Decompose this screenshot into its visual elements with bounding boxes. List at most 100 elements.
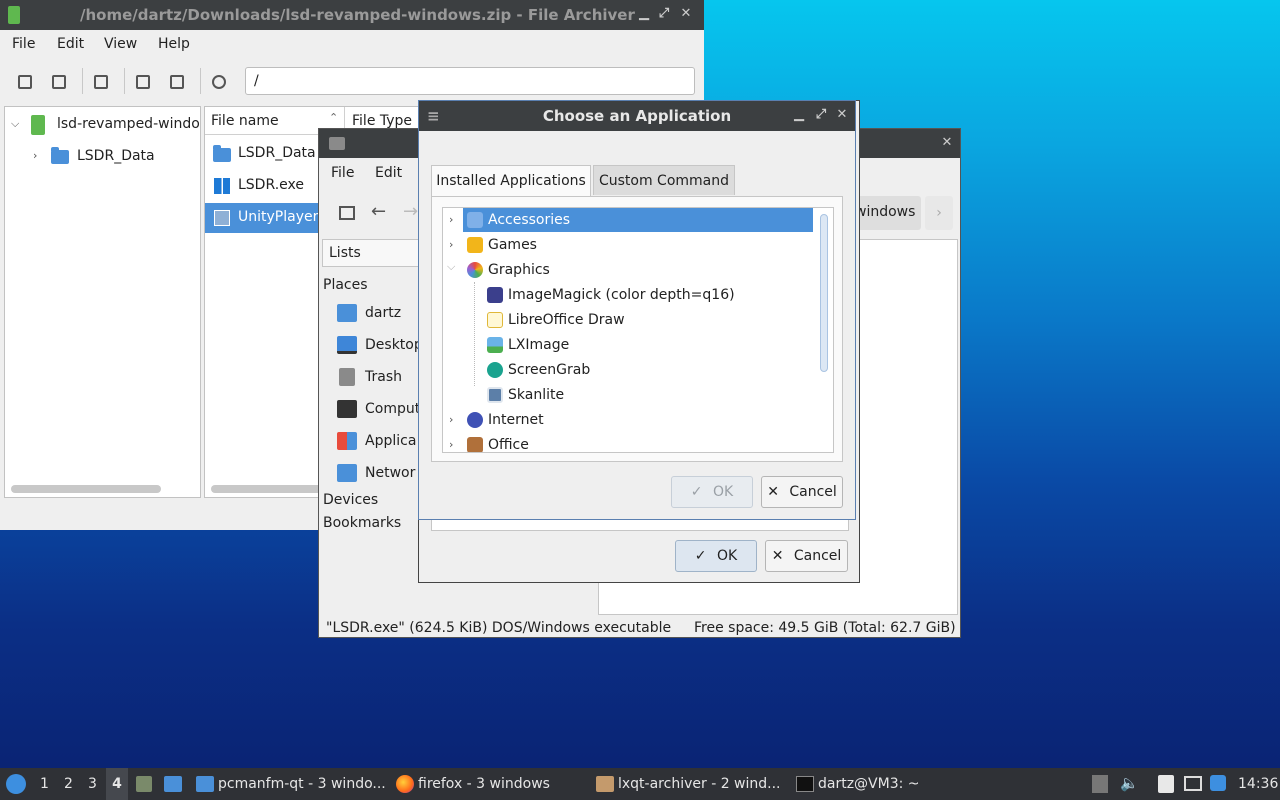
path-next-button[interactable]: ›: [925, 196, 953, 230]
archiver-titlebar[interactable]: /home/dartz/Downloads/lsd-revamped-windo…: [0, 0, 704, 30]
tree-app-skanlite[interactable]: Skanlite: [443, 383, 833, 407]
archive-path-value: /: [254, 73, 259, 89]
task-lxqt-archiver[interactable]: lxqt-archiver - 2 wind...: [592, 768, 788, 800]
maximize-icon[interactable]: ⤢: [813, 107, 829, 123]
graphics-icon: [467, 262, 483, 278]
tree-root-label[interactable]: lsd-revamped-windo: [57, 116, 200, 132]
places-heading[interactable]: Places: [323, 277, 368, 293]
close-icon[interactable]: ✕: [834, 107, 850, 123]
menu-edit[interactable]: Edit: [375, 165, 402, 181]
menu-file[interactable]: File: [12, 36, 35, 52]
expander-closed-icon[interactable]: ›: [449, 208, 453, 232]
applications-icon: [337, 432, 357, 450]
tab-custom-command[interactable]: Custom Command: [593, 165, 735, 195]
tree-category-games[interactable]: › Games: [443, 233, 833, 257]
application-tree[interactable]: › Accessories › Games ⌵ Graphics ImageMa…: [442, 207, 834, 453]
place-item[interactable]: Desktop: [365, 337, 423, 353]
desktop-switch-4[interactable]: 4: [106, 768, 128, 800]
add-folder-icon[interactable]: [170, 75, 184, 89]
status-selection: "LSDR.exe" (624.5 KiB) DOS/Windows execu…: [326, 620, 672, 636]
menu-view[interactable]: View: [104, 36, 137, 52]
dialog-title: Choose an Application: [542, 107, 732, 125]
minimize-icon[interactable]: ▁: [636, 6, 652, 22]
tree-category-office[interactable]: › Office: [443, 433, 833, 452]
place-item[interactable]: Networ: [365, 465, 415, 481]
desktop-switch-3[interactable]: 3: [88, 776, 97, 792]
bookmarks-heading[interactable]: Bookmarks: [323, 515, 401, 531]
expander-closed-icon[interactable]: ›: [449, 408, 453, 432]
checkmark-icon: ✓: [690, 484, 703, 500]
tree-hscrollbar[interactable]: [11, 485, 161, 493]
tree-app-libreoffice-draw[interactable]: LibreOffice Draw: [443, 308, 833, 332]
home-folder-icon: [337, 304, 357, 322]
back-arrow-icon[interactable]: ←: [371, 201, 386, 222]
accessories-icon: [467, 212, 483, 228]
desktop-switch-1[interactable]: 1: [40, 776, 49, 792]
place-item[interactable]: dartz: [365, 305, 401, 321]
new-archive-icon[interactable]: [18, 75, 32, 89]
add-files-icon[interactable]: [136, 75, 150, 89]
archive-path-input[interactable]: /: [245, 67, 695, 95]
place-item[interactable]: Applica: [365, 433, 416, 449]
update-notifier-icon[interactable]: [1210, 775, 1226, 791]
network-icon: [337, 464, 357, 482]
extract-icon[interactable]: [94, 75, 108, 89]
tree-category-internet[interactable]: › Internet: [443, 408, 833, 432]
tree-app-lximage[interactable]: LXImage: [443, 333, 833, 357]
network-status-icon[interactable]: [1184, 776, 1202, 791]
file-manager-launcher-icon[interactable]: [164, 776, 182, 792]
tree-expander-closed-icon[interactable]: ›: [33, 149, 37, 162]
cancel-x-icon: ✕: [767, 484, 779, 500]
folder-icon: [51, 147, 69, 164]
open-with-cancel-button[interactable]: ✕ Cancel: [765, 540, 848, 572]
menu-help[interactable]: Help: [158, 36, 190, 52]
imagemagick-icon: [487, 287, 503, 303]
tree-app-imagemagick[interactable]: ImageMagick (color depth=q16): [443, 283, 833, 307]
minimize-icon[interactable]: ▁: [791, 107, 807, 123]
open-with-ok-button[interactable]: ✓ OK: [675, 540, 757, 572]
stop-icon[interactable]: [212, 75, 226, 89]
close-icon[interactable]: ✕: [939, 135, 955, 151]
expander-closed-icon[interactable]: ›: [449, 233, 453, 257]
tree-vscrollbar[interactable]: [820, 214, 828, 372]
file-list-hscrollbar[interactable]: [211, 485, 331, 493]
menu-file[interactable]: File: [331, 165, 354, 181]
task-terminal[interactable]: dartz@VM3: ~: [792, 768, 988, 800]
tree-expander-open-icon[interactable]: ⌵: [11, 117, 19, 131]
new-tab-icon[interactable]: [339, 206, 355, 220]
dialog-titlebar[interactable]: ≡ Choose an Application ▁ ⤢ ✕: [419, 101, 855, 131]
clipboard-icon[interactable]: [1158, 775, 1174, 793]
devices-heading[interactable]: Devices: [323, 492, 378, 508]
status-free-space: Free space: 49.5 GiB (Total: 62.7 GiB): [694, 620, 956, 636]
games-icon: [467, 237, 483, 253]
desktop-switch-2[interactable]: 2: [64, 776, 73, 792]
task-pcmanfm[interactable]: pcmanfm-qt - 3 windo...: [192, 768, 388, 800]
close-icon[interactable]: ✕: [678, 6, 694, 22]
menu-edit[interactable]: Edit: [57, 36, 84, 52]
tray-expand-icon[interactable]: [1092, 775, 1108, 793]
task-firefox[interactable]: firefox - 3 windows: [392, 768, 588, 800]
tree-app-screengrab[interactable]: ScreenGrab: [443, 358, 833, 382]
open-archive-icon[interactable]: [52, 75, 66, 89]
expander-closed-icon[interactable]: ›: [449, 433, 453, 452]
tab-page: › Accessories › Games ⌵ Graphics ImageMa…: [431, 196, 843, 462]
taskbar: 1 2 3 4 pcmanfm-qt - 3 windo... firefox …: [0, 768, 1280, 800]
forward-arrow-icon[interactable]: →: [403, 201, 418, 222]
tab-installed-applications[interactable]: Installed Applications: [431, 165, 591, 197]
clock[interactable]: 14:36: [1238, 776, 1278, 792]
dialog-cancel-button[interactable]: ✕ Cancel: [761, 476, 843, 508]
tree-category-graphics[interactable]: ⌵ Graphics: [443, 258, 833, 282]
expander-open-icon[interactable]: ⌵: [447, 255, 455, 279]
place-item[interactable]: Trash: [365, 369, 402, 385]
show-desktop-icon[interactable]: [136, 776, 152, 792]
archiver-app-icon: [8, 6, 20, 24]
tree-category-accessories[interactable]: › Accessories: [443, 208, 833, 232]
archive-package-icon: [596, 776, 614, 792]
place-item[interactable]: Comput: [365, 401, 420, 417]
start-menu-icon[interactable]: [6, 774, 26, 794]
volume-icon[interactable]: 🔈: [1120, 774, 1139, 792]
tree-child-label[interactable]: LSDR_Data: [77, 148, 155, 164]
maximize-icon[interactable]: ⤢: [656, 6, 672, 22]
side-pane-mode-select[interactable]: Lists: [322, 239, 420, 267]
dialog-ok-button[interactable]: ✓ OK: [671, 476, 753, 508]
